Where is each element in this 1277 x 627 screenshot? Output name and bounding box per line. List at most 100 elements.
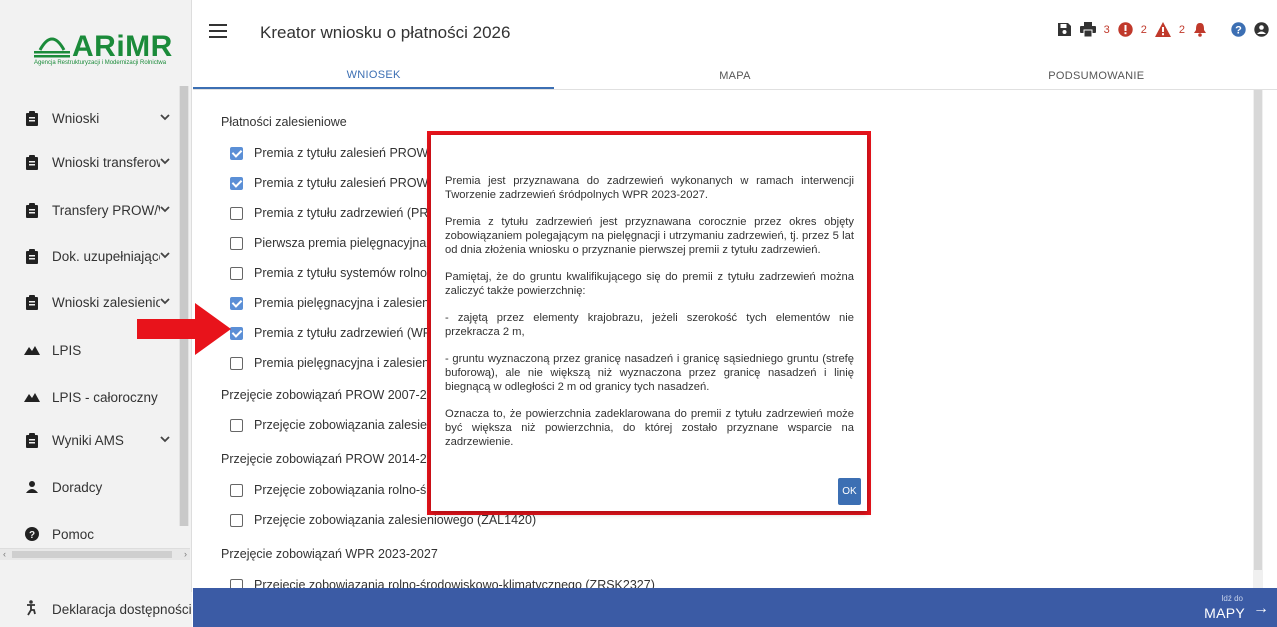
logo-subtitle: Agencja Restrukturyzacji i Modernizacji … [34, 60, 167, 66]
dialog-paragraph: Premia z tytułu zadrzewień jest przyznaw… [445, 216, 854, 256]
sidebar-item-label: Pomoc [52, 526, 95, 542]
main-tabs: WNIOSEK MAPA PODSUMOWANIE [193, 62, 1277, 90]
svg-text:?: ? [29, 530, 35, 541]
clipboard-icon [24, 110, 40, 126]
sidebar-item-label: LPIS - całoroczny [52, 389, 158, 405]
notification-count: 2 [1178, 23, 1185, 36]
content-scrollbar[interactable] [1253, 90, 1263, 588]
checkbox[interactable] [230, 578, 243, 588]
accessibility-label: Deklaracja dostępności [52, 602, 192, 617]
clipboard-icon [24, 432, 40, 448]
logo-name: ARiMR [72, 30, 173, 63]
checkbox-label: Przejęcie zobowiązania rolno-środowiskow… [254, 578, 655, 588]
accessibility-icon [24, 600, 40, 619]
scroll-left-icon[interactable]: ‹ [3, 549, 6, 559]
menu-icon[interactable] [209, 24, 227, 38]
sidebar-item[interactable]: Wyniki AMS [0, 420, 180, 460]
checkbox-label: Premia pielęgnacyjna i zalesieniowa [254, 296, 455, 310]
sidebar-horizontal-scrollbar[interactable]: ‹ › [0, 548, 190, 560]
sidebar-item[interactable]: Wnioski transferowe [0, 142, 180, 182]
section-title: Przejęcie zobowiązań PROW 2014-2020 [221, 452, 448, 466]
sidebar-item-label: Doradcy [52, 479, 103, 495]
dialog-paragraph: Pamiętaj, że do gruntu kwalifikującego s… [445, 270, 854, 297]
sidebar-item-accessibility[interactable]: Deklaracja dostępności [0, 592, 192, 627]
checkbox-row[interactable]: Przejęcie zobowiązania rolno-środowiskow… [230, 578, 655, 588]
checkbox[interactable] [230, 206, 243, 220]
checkbox-row[interactable]: Premia z tytułu zadrzewień (PROW [230, 206, 450, 220]
sidebar-item-label: Wnioski [52, 110, 100, 126]
tab-wniosek[interactable]: WNIOSEK [193, 62, 555, 89]
save-icon[interactable] [1057, 22, 1072, 37]
svg-text:?: ? [1235, 25, 1242, 37]
dialog-paragraph: Oznacza to, że powierzchnia zadeklarowan… [445, 408, 854, 448]
checkbox[interactable] [230, 146, 243, 160]
warning-count: 2 [1140, 23, 1147, 36]
help-icon[interactable]: ? [1231, 22, 1246, 37]
sidebar-item[interactable]: Dok. uzupełniające [0, 236, 180, 276]
chevron-down-icon[interactable] [160, 250, 174, 262]
highlight-arrow-icon [137, 303, 231, 355]
chevron-down-icon[interactable] [160, 156, 174, 168]
checkbox[interactable] [230, 418, 243, 432]
clipboard-icon [24, 248, 40, 264]
sidebar-item[interactable]: Doradcy [0, 467, 180, 507]
checkbox[interactable] [230, 326, 243, 340]
section-title: Przejęcie zobowiązań PROW 2007-2013 [221, 388, 448, 402]
goto-label: Idź do [1221, 594, 1243, 603]
sidebar-item[interactable]: Transfery PROW/WPR [0, 190, 180, 230]
clipboard-icon [24, 154, 40, 170]
checkbox-row[interactable]: Pierwsza premia pielęgnacyjna i za [230, 236, 449, 250]
scroll-right-icon[interactable]: › [184, 549, 187, 559]
terrain-icon [24, 342, 40, 358]
page-title: Kreator wniosku o płatności 2026 [260, 23, 511, 42]
ok-button[interactable]: OK [838, 478, 861, 505]
checkbox[interactable] [230, 296, 243, 310]
warning-icon[interactable] [1154, 22, 1171, 37]
checkbox[interactable] [230, 266, 243, 280]
section-title: Przejęcie zobowiązań WPR 2023-2027 [221, 547, 438, 561]
sidebar-item-label: Wyniki AMS [52, 432, 124, 448]
dialog-text: Premia jest przyznawana do zadrzewień wy… [445, 175, 854, 463]
checkbox[interactable] [230, 483, 243, 497]
sidebar-item[interactable]: Wnioski [0, 98, 180, 138]
checkbox-label: Pierwsza premia pielęgnacyjna i za [254, 236, 450, 250]
checkbox-label: Premia pielęgnacyjna i zalesieniowa [254, 356, 455, 370]
tab-mapa[interactable]: MAPA [554, 62, 915, 89]
top-bar: Kreator wniosku o płatności 2026 3 2 2 ? [193, 0, 1277, 62]
checkbox[interactable] [230, 513, 243, 527]
logo-mark-icon [34, 37, 70, 58]
sidebar-item-label: Dok. uzupełniające [52, 248, 160, 264]
section-title: Płatności zalesieniowe [221, 115, 347, 129]
chevron-down-icon[interactable] [160, 434, 174, 446]
error-icon[interactable] [1118, 22, 1133, 37]
sidebar-item[interactable]: LPIS - całoroczny [0, 377, 180, 417]
clipboard-icon [24, 294, 40, 310]
checkbox-label: Przejęcie zobowiązania zalesieniowego (Z… [254, 513, 537, 527]
checkbox[interactable] [230, 176, 243, 190]
checkbox[interactable] [230, 356, 243, 370]
sidebar-item-label: Wnioski transferowe [52, 154, 160, 170]
dialog-paragraph: Premia jest przyznawana do zadrzewień wy… [445, 175, 854, 201]
chevron-down-icon[interactable] [160, 112, 174, 124]
clipboard-icon [24, 202, 40, 218]
goto-map-button[interactable]: MAPY [1204, 605, 1245, 621]
checkbox-row[interactable]: Przejęcie zobowiązania zalesieniowego (Z… [230, 513, 536, 527]
bell-icon[interactable] [1193, 22, 1207, 37]
bottom-bar: Idź do MAPY → [193, 588, 1277, 627]
sidebar-item-label: Transfery PROW/WPR [52, 202, 160, 218]
checkbox-row[interactable]: Premia pielęgnacyjna i zalesieniowa [230, 296, 455, 310]
help-icon: ? [24, 526, 40, 542]
print-icon[interactable] [1079, 22, 1096, 37]
dialog-paragraph: - gruntu wyznaczoną przez granicę nasadz… [445, 353, 854, 393]
error-count: 3 [1103, 23, 1110, 36]
checkbox[interactable] [230, 236, 243, 250]
account-icon[interactable] [1254, 22, 1269, 37]
arrow-right-icon[interactable]: → [1253, 600, 1269, 618]
person-icon [24, 479, 40, 495]
checkbox-row[interactable]: Premia pielęgnacyjna i zalesieniowa [230, 356, 455, 370]
dialog-paragraph: - zajętą przez elementy krajobrazu, jeże… [445, 312, 854, 338]
chevron-down-icon[interactable] [160, 204, 174, 216]
info-dialog: Premia jest przyznawana do zadrzewień wy… [427, 131, 871, 515]
tab-podsumowanie[interactable]: PODSUMOWANIE [916, 62, 1277, 89]
arimr-logo[interactable]: ARiMR Agencja Restrukturyzacji i Moderni… [28, 14, 178, 70]
